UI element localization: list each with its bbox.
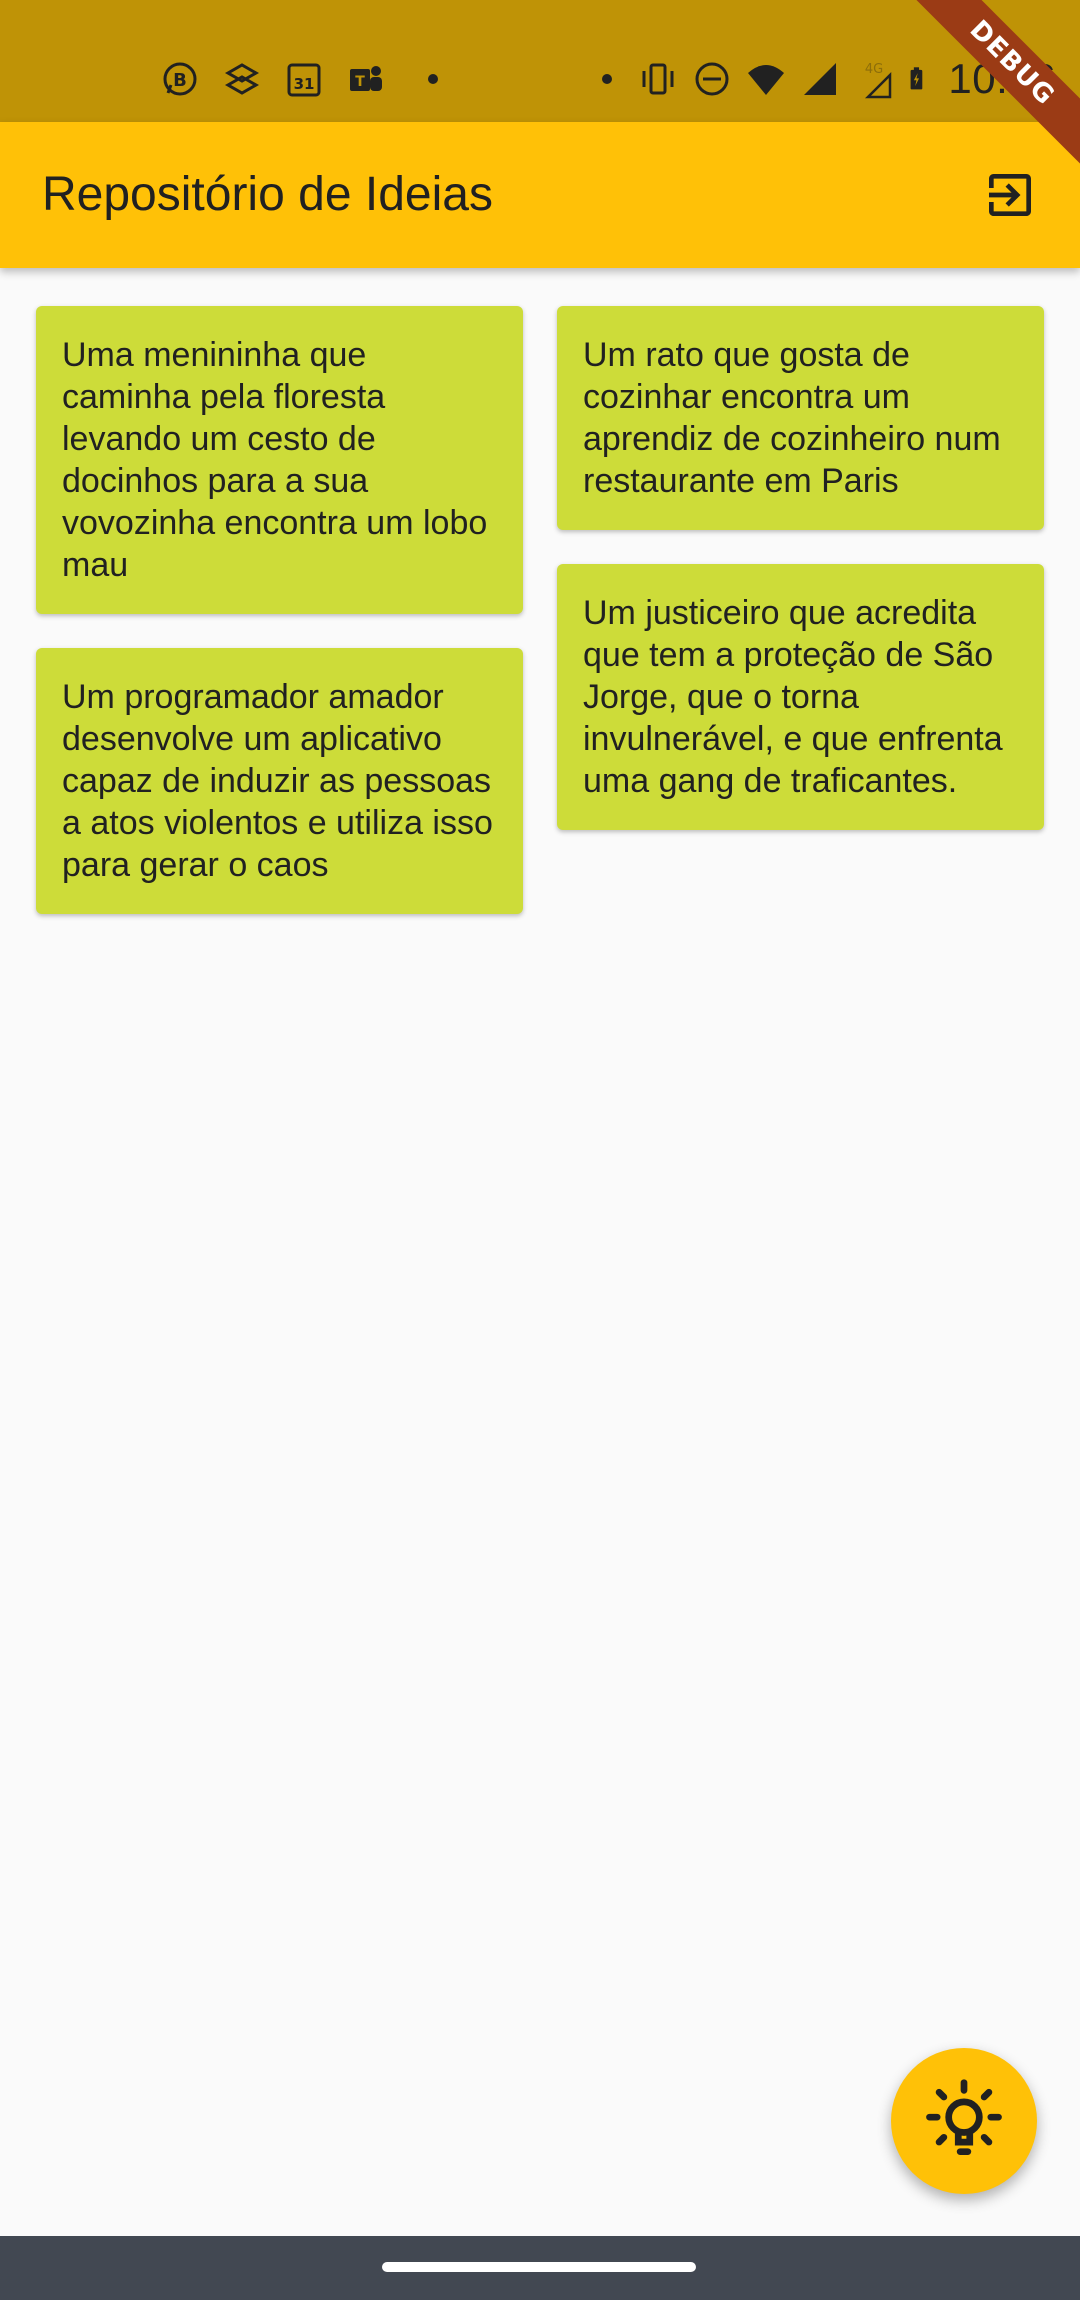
new-idea-fab[interactable]: [891, 2048, 1037, 2194]
svg-text:T: T: [355, 74, 365, 90]
ideas-grid: Uma menininha que caminha pela floresta …: [36, 306, 1044, 914]
idea-card[interactable]: Um programador amador desenvolve um apli…: [36, 648, 523, 914]
signal-4g-icon: 4G: [865, 62, 892, 99]
idea-card[interactable]: Uma menininha que caminha pela floresta …: [36, 306, 523, 614]
page-title: Repositório de Ideias: [42, 168, 493, 221]
network-label: 4G: [865, 62, 883, 77]
wifi-icon: [748, 65, 785, 95]
logout-button[interactable]: [976, 161, 1044, 229]
svg-text:B: B: [173, 70, 187, 91]
lightbulb-icon: [926, 2079, 1002, 2156]
signal-icon: [804, 63, 837, 95]
do-not-disturb-icon: [695, 62, 729, 96]
ideas-column-left: Uma menininha que caminha pela floresta …: [36, 306, 523, 914]
whatsapp-business-icon: B: [163, 62, 197, 96]
teams-icon: T: [350, 66, 382, 91]
vibrate-icon: [642, 63, 674, 95]
home-handle[interactable]: [382, 2262, 696, 2272]
calendar-31-icon: 31: [287, 63, 321, 97]
more-notifications-dot: [428, 74, 438, 84]
dropbox-icon: [224, 63, 260, 95]
notification-icons: B 31 T: [160, 58, 458, 100]
system-nav-bar: [0, 2236, 1080, 2300]
status-dot: [602, 74, 613, 84]
svg-text:31: 31: [294, 75, 315, 93]
app-bar: Repositório de Ideias: [0, 122, 1080, 268]
idea-card[interactable]: Um rato que gosta de cozinhar encontra u…: [557, 306, 1044, 530]
status-bar: B 31 T 4G: [0, 0, 1080, 122]
idea-card[interactable]: Um justiceiro que acredita que tem a pro…: [557, 564, 1044, 830]
logout-icon: [989, 174, 1031, 216]
battery-charging-icon: [910, 67, 923, 90]
ideas-column-right: Um rato que gosta de cozinhar encontra u…: [557, 306, 1044, 914]
